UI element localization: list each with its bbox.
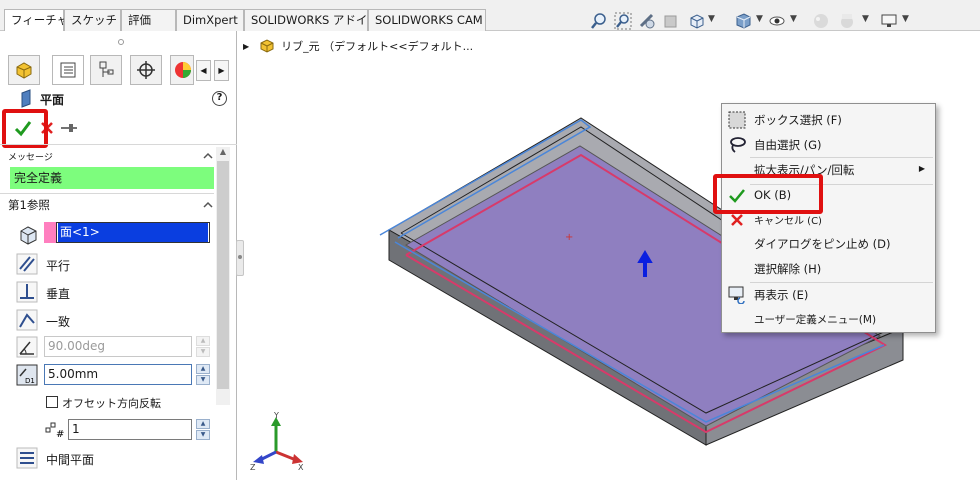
menu-clear-selection[interactable]: 選択解除 (H) bbox=[754, 261, 821, 277]
highlight-menu-ok-box bbox=[713, 174, 823, 214]
view-orientation-icon[interactable] bbox=[688, 12, 706, 30]
angle-spinner[interactable]: ▲ ▼ bbox=[196, 336, 210, 357]
coincident-icon[interactable] bbox=[16, 309, 38, 331]
message-header-label: メッセージ bbox=[8, 152, 53, 163]
perpendicular-icon[interactable] bbox=[16, 281, 38, 303]
perpendicular-label: 垂直 bbox=[46, 287, 71, 301]
offset-distance-icon[interactable]: D1 bbox=[16, 364, 38, 386]
mid-plane-label: 中間平面 bbox=[46, 453, 95, 467]
reference-color-marker bbox=[44, 222, 56, 243]
first-reference-header[interactable]: 第1参照 bbox=[8, 194, 214, 216]
triad-y-label: Y bbox=[273, 412, 279, 420]
tab-sketch[interactable]: スケッチ bbox=[64, 9, 121, 31]
menu-cancel[interactable]: キャンセル (C) bbox=[754, 212, 822, 227]
tab-scroll-right[interactable]: ▶ bbox=[214, 60, 229, 81]
help-button[interactable]: ? bbox=[212, 91, 227, 106]
feature-tree-flyout[interactable]: ▶ リブ_元 （デフォルト<<デフォルト... bbox=[243, 36, 473, 56]
lasso-icon bbox=[730, 137, 746, 153]
zoom-area-icon[interactable] bbox=[614, 12, 632, 30]
scroll-thumb[interactable] bbox=[217, 161, 229, 389]
flip-offset-checkbox[interactable] bbox=[46, 396, 58, 408]
tab-evaluate[interactable]: 評価 bbox=[121, 9, 176, 31]
menu-pin-dialog[interactable]: ダイアログをピン止め (D) bbox=[754, 236, 890, 252]
first-reference-label: 第1参照 bbox=[8, 198, 50, 212]
tab-features[interactable]: フィーチャー bbox=[4, 9, 80, 31]
panel-grip[interactable] bbox=[118, 39, 124, 45]
face-select-icon bbox=[20, 226, 37, 245]
menu-redraw[interactable]: 再表示 (E) bbox=[754, 287, 808, 303]
offset-spinner[interactable]: ▲ ▼ bbox=[196, 364, 210, 385]
chevron-down-icon[interactable]: ▼ bbox=[790, 14, 797, 24]
tab-display-manager[interactable] bbox=[170, 55, 194, 85]
first-reference-value: 面<1> bbox=[58, 223, 208, 242]
chevron-down-icon[interactable]: ▼ bbox=[862, 14, 869, 24]
zoom-to-fit-icon[interactable] bbox=[590, 12, 608, 30]
triad-x-label: X bbox=[298, 463, 304, 472]
part-name: リブ_元 （デフォルト<<デフォルト... bbox=[281, 40, 474, 53]
svg-text:#: # bbox=[56, 429, 64, 439]
scroll-up-arrow[interactable]: ▲ bbox=[216, 147, 230, 161]
triad-z-label: Z bbox=[250, 463, 256, 472]
chevron-down-icon[interactable]: ▼ bbox=[756, 14, 763, 24]
chevron-up-icon[interactable] bbox=[202, 199, 214, 211]
count-spinner[interactable]: ▲ ▼ bbox=[196, 419, 210, 440]
menu-customize[interactable]: ユーザー定義メニュー(M) bbox=[754, 312, 876, 327]
pin-icon[interactable] bbox=[60, 121, 78, 135]
property-manager: ◀ ▶ 平面 ? メッセージ 完全定義 第1参照 ▲ 面<1> 平行 垂直 一致… bbox=[0, 31, 237, 480]
offset-distance-field[interactable]: 5.00mm bbox=[44, 364, 192, 385]
tab-feature-manager[interactable] bbox=[8, 55, 40, 85]
coordinate-triad: Y X Z bbox=[250, 412, 304, 472]
message-box: 完全定義 bbox=[10, 167, 214, 189]
angle-field[interactable]: 90.00deg bbox=[44, 336, 192, 357]
highlight-ok-box bbox=[2, 109, 48, 148]
command-manager-tabs: フィーチャー スケッチ 評価 DimXpert SOLIDWORKS アドイン … bbox=[0, 0, 980, 31]
hide-show-items-icon[interactable] bbox=[768, 12, 786, 30]
panel-splitter[interactable] bbox=[236, 240, 244, 276]
configuration-manager-icon bbox=[99, 61, 114, 77]
property-manager-icon bbox=[60, 62, 76, 78]
color-wheel-icon bbox=[175, 62, 191, 78]
apply-scene-icon[interactable] bbox=[838, 12, 856, 30]
box-select-icon bbox=[728, 111, 746, 129]
svg-text:D1: D1 bbox=[25, 377, 35, 385]
tab-configuration-manager[interactable] bbox=[90, 55, 122, 85]
menu-lasso-select[interactable]: 自由選択 (G) bbox=[754, 137, 822, 153]
previous-view-icon[interactable] bbox=[638, 12, 656, 30]
chevron-down-icon[interactable]: ▼ bbox=[902, 14, 909, 24]
parallel-icon[interactable] bbox=[16, 253, 38, 275]
redraw-icon bbox=[728, 286, 745, 304]
parallel-label: 平行 bbox=[46, 259, 71, 273]
plane-icon bbox=[21, 89, 31, 108]
plane-count-field[interactable]: 1 bbox=[68, 419, 192, 440]
origin-mark: + bbox=[565, 232, 573, 243]
first-reference-field[interactable]: 面<1> bbox=[56, 222, 210, 243]
menu-box-select[interactable]: ボックス選択 (F) bbox=[754, 112, 842, 128]
submenu-arrow-icon: ▶ bbox=[918, 164, 925, 173]
edit-appearance-icon[interactable] bbox=[812, 12, 830, 30]
view-settings-icon[interactable] bbox=[880, 12, 898, 30]
chevron-up-icon[interactable] bbox=[202, 150, 214, 162]
tab-cam[interactable]: SOLIDWORKS CAM bbox=[368, 9, 486, 31]
part-icon bbox=[260, 39, 274, 53]
context-menu: ボックス選択 (F) 自由選択 (G) 拡大表示/パン/回転 ▶ OK (B) … bbox=[721, 103, 936, 333]
flip-offset-label: オフセット方向反転 bbox=[62, 397, 161, 410]
mid-plane-icon[interactable] bbox=[16, 447, 38, 469]
tab-dimxpert[interactable]: DimXpert bbox=[176, 9, 244, 31]
panel-scrollbar[interactable]: ▲ bbox=[216, 147, 230, 405]
angle-icon[interactable] bbox=[16, 336, 38, 358]
plane-count-icon: # bbox=[45, 422, 64, 439]
display-style-icon[interactable] bbox=[734, 12, 752, 30]
tab-addins[interactable]: SOLIDWORKS アドイン bbox=[244, 9, 379, 31]
tab-property-manager[interactable] bbox=[52, 55, 84, 85]
section-view-icon[interactable] bbox=[662, 12, 680, 30]
crosshair-icon bbox=[137, 61, 155, 79]
feature-manager-icon bbox=[16, 62, 32, 79]
message-section-header[interactable]: メッセージ bbox=[8, 145, 214, 167]
panel-title: 平面 bbox=[40, 93, 65, 107]
tab-scroll-left[interactable]: ◀ bbox=[196, 60, 211, 81]
tab-dimxpert-manager[interactable] bbox=[130, 55, 162, 85]
coincident-label: 一致 bbox=[46, 315, 71, 329]
chevron-down-icon[interactable]: ▼ bbox=[708, 14, 715, 24]
expand-arrow-icon[interactable]: ▶ bbox=[243, 42, 249, 51]
